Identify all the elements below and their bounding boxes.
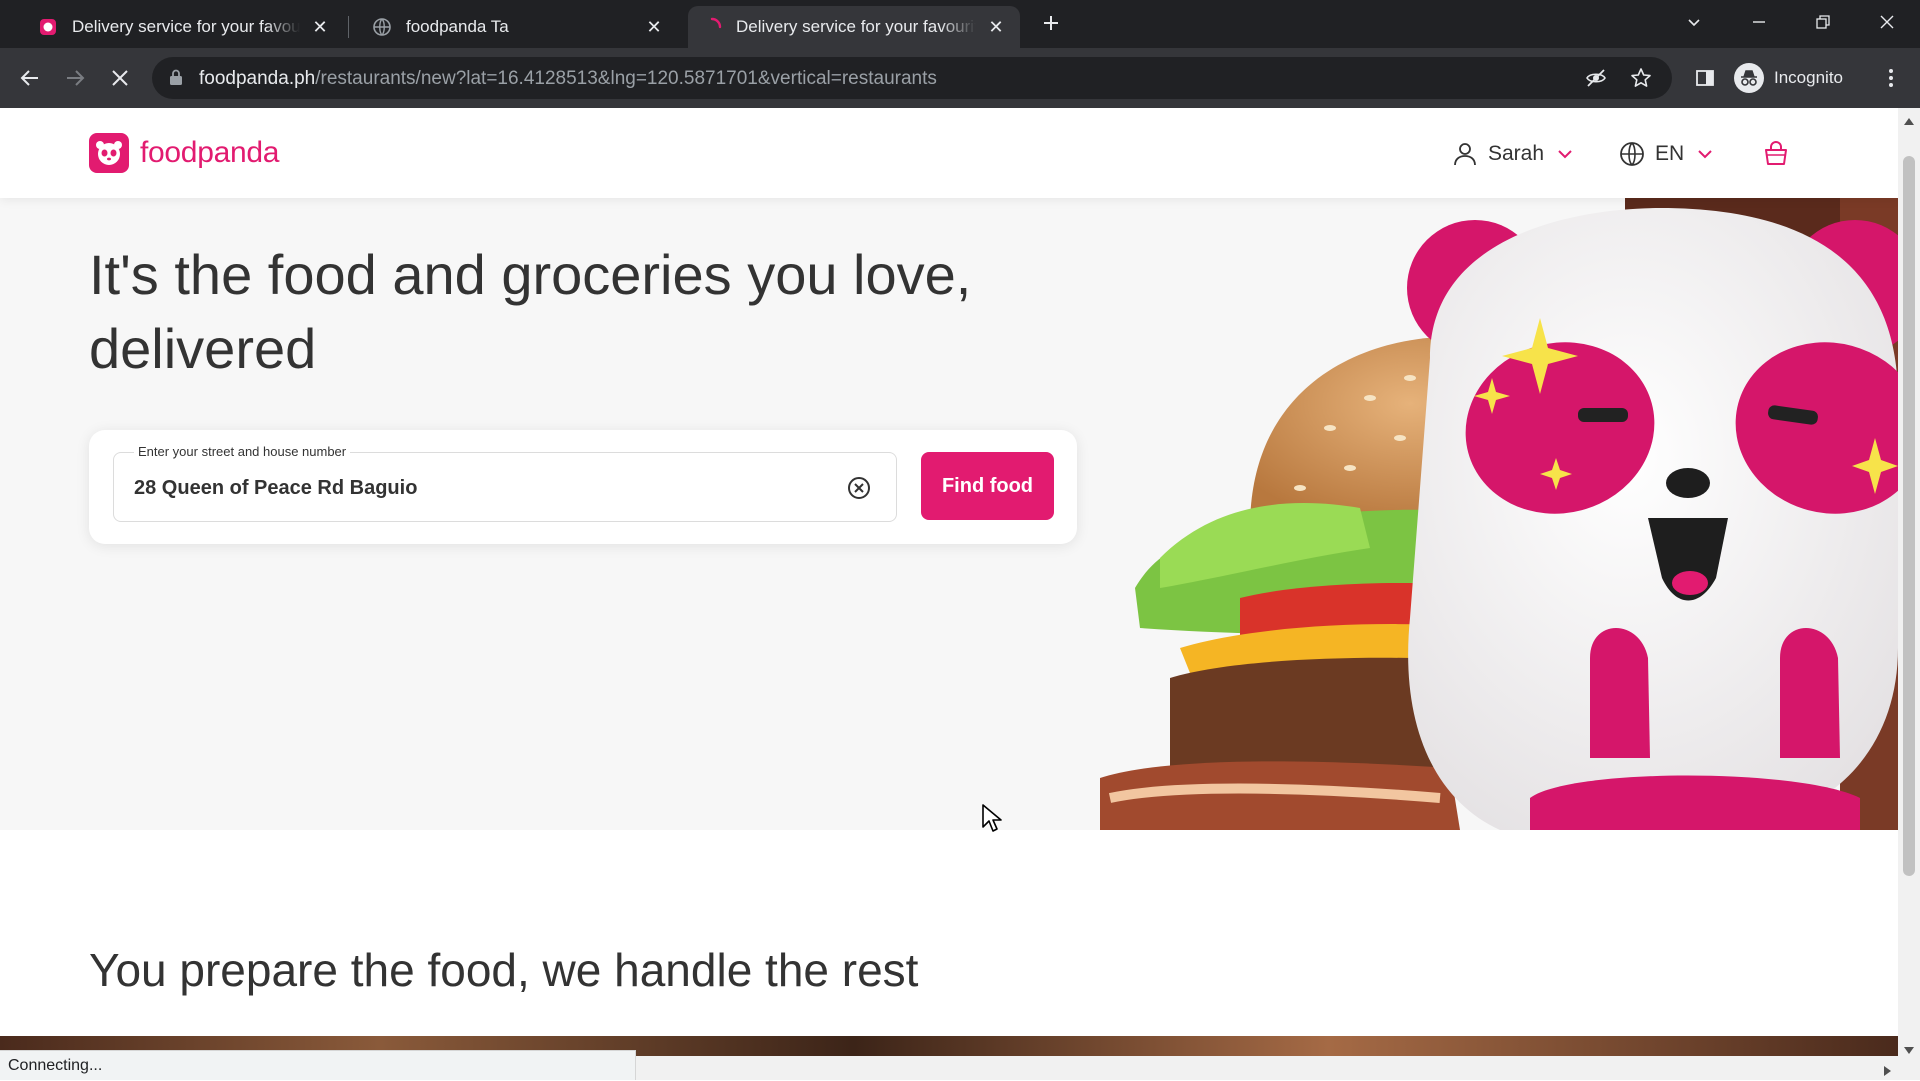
forward-arrow-icon[interactable] bbox=[58, 61, 92, 95]
address-field-label: Enter your street and house number bbox=[134, 444, 351, 459]
logo-wordmark: foodpanda bbox=[140, 136, 280, 169]
address-field[interactable]: Enter your street and house number bbox=[113, 444, 897, 522]
user-icon bbox=[1452, 141, 1478, 167]
browser-toolbar: foodpanda.ph/restaurants/new?lat=16.4128… bbox=[0, 48, 1920, 108]
tab-delivery-active[interactable]: Delivery service for your favourite rest… bbox=[688, 6, 1020, 48]
scroll-up-arrow-icon[interactable] bbox=[1904, 112, 1914, 130]
globe-icon bbox=[1619, 141, 1645, 167]
back-arrow-icon[interactable] bbox=[13, 61, 47, 95]
section-title: You prepare the food, we handle the rest bbox=[89, 944, 919, 996]
chevron-down-icon bbox=[1556, 145, 1574, 163]
horizontal-scrollbar[interactable] bbox=[636, 1056, 1920, 1080]
foodpanda-favicon-icon bbox=[38, 17, 58, 37]
address-search-card: Enter your street and house number Find … bbox=[89, 430, 1077, 544]
language-label: EN bbox=[1655, 142, 1685, 165]
incognito-profile-chip[interactable]: Incognito bbox=[1734, 58, 1843, 98]
globe-favicon-icon bbox=[372, 17, 392, 37]
scroll-right-arrow-icon[interactable] bbox=[1884, 1063, 1892, 1081]
incognito-label: Incognito bbox=[1774, 68, 1843, 87]
url-text[interactable]: foodpanda.ph/restaurants/new?lat=16.4128… bbox=[199, 68, 937, 90]
stop-loading-icon[interactable] bbox=[103, 61, 137, 95]
browser-tab-bar: Delivery service for your favourite rest… bbox=[0, 0, 1920, 48]
tab-close-icon[interactable]: ✕ bbox=[986, 17, 1006, 37]
restore-icon[interactable] bbox=[1806, 8, 1840, 36]
clear-address-icon[interactable] bbox=[845, 474, 873, 502]
hero-burger-panda-image bbox=[1100, 198, 1898, 830]
vertical-scrollbar[interactable] bbox=[1898, 108, 1920, 1056]
bookmark-star-icon[interactable] bbox=[1630, 67, 1652, 94]
loading-favicon-icon bbox=[702, 17, 722, 37]
panda-logo-icon bbox=[89, 133, 129, 173]
vertical-scrollbar-thumb[interactable] bbox=[1903, 156, 1915, 876]
tab-close-icon[interactable]: ✕ bbox=[644, 17, 664, 37]
minimize-icon[interactable] bbox=[1742, 8, 1776, 36]
site-header: foodpanda Sarah EN bbox=[0, 108, 1898, 198]
address-input[interactable] bbox=[134, 471, 814, 505]
user-name: Sarah bbox=[1488, 142, 1545, 165]
lock-icon[interactable] bbox=[169, 69, 183, 91]
tab-title: Delivery service for your favourite rest… bbox=[72, 17, 300, 36]
tab-delivery-1[interactable]: Delivery service for your favourite rest… bbox=[24, 6, 344, 48]
browser-menu-icon[interactable] bbox=[1874, 61, 1908, 95]
tab-title: Delivery service for your favourite rest… bbox=[736, 17, 976, 36]
tab-search-chevron-icon[interactable] bbox=[1677, 8, 1711, 36]
incognito-icon bbox=[1734, 63, 1764, 93]
status-bar: Connecting... bbox=[0, 1050, 636, 1080]
user-menu[interactable]: Sarah bbox=[1452, 138, 1574, 170]
address-bar[interactable]: foodpanda.ph/restaurants/new?lat=16.4128… bbox=[152, 57, 1672, 99]
new-tab-button[interactable] bbox=[1034, 9, 1068, 37]
eye-off-icon[interactable] bbox=[1585, 67, 1607, 94]
side-panel-icon[interactable] bbox=[1688, 61, 1722, 95]
foodpanda-logo[interactable]: foodpanda bbox=[89, 133, 279, 173]
close-window-icon[interactable] bbox=[1870, 8, 1904, 36]
mouse-cursor-icon bbox=[982, 804, 1002, 832]
chevron-down-icon bbox=[1696, 145, 1714, 163]
find-food-button[interactable]: Find food bbox=[921, 452, 1054, 520]
tab-title: foodpanda Ta bbox=[406, 17, 509, 36]
tab-separator bbox=[348, 16, 349, 38]
cart-button[interactable] bbox=[1762, 138, 1790, 170]
web-page: foodpanda Sarah EN It's the food and gro… bbox=[0, 108, 1898, 1080]
basket-icon bbox=[1762, 140, 1790, 168]
tab-foodpanda[interactable]: foodpanda Ta ✕ bbox=[358, 6, 678, 48]
tab-close-icon[interactable]: ✕ bbox=[310, 17, 330, 37]
hero-headline: It's the food and groceries you love, de… bbox=[89, 243, 972, 380]
hero-section: It's the food and groceries you love, de… bbox=[0, 198, 1898, 830]
language-selector[interactable]: EN bbox=[1619, 138, 1714, 170]
